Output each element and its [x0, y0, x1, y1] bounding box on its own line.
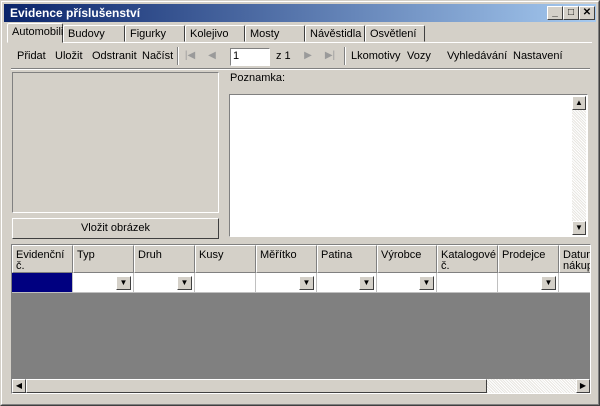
grid-cell[interactable]: [559, 273, 590, 293]
insert-image-button[interactable]: Vložit obrázek: [12, 218, 219, 239]
toolbar-separator: [177, 47, 179, 65]
close-icon[interactable]: ✕: [579, 6, 595, 20]
column-header[interactable]: Výrobce: [377, 245, 437, 273]
grid-cell[interactable]: ▼: [317, 273, 377, 293]
grid-cell[interactable]: ▼: [134, 273, 195, 293]
settings-button[interactable]: Nastavení: [513, 50, 563, 62]
scroll-thumb[interactable]: [26, 379, 487, 393]
grid-cell[interactable]: [12, 273, 73, 293]
main-window: Evidence příslušenství _ □ ✕ Automobili …: [0, 0, 600, 406]
tab-figurky[interactable]: Figurky: [125, 25, 185, 42]
locomotives-button[interactable]: Lkomotivy: [351, 50, 401, 62]
prev-record-icon[interactable]: ◀: [205, 48, 219, 64]
dropdown-arrow-icon[interactable]: ▼: [419, 276, 434, 290]
toolbar: Přidat Uložit Odstranit Načíst |◀ ◀ z 1 …: [11, 46, 591, 68]
column-header[interactable]: Evidenční č.: [12, 245, 73, 273]
last-record-icon[interactable]: ▶|: [323, 48, 337, 64]
page-number-input[interactable]: 1: [230, 48, 270, 66]
dropdown-arrow-icon[interactable]: ▼: [177, 276, 192, 290]
grid-cell[interactable]: ▼: [377, 273, 437, 293]
note-label: Poznamka:: [230, 72, 286, 84]
column-header[interactable]: Kusy: [195, 245, 256, 273]
search-button[interactable]: Vyhledávání: [447, 50, 507, 62]
first-record-icon[interactable]: |◀: [183, 48, 197, 64]
next-record-icon[interactable]: ▶: [301, 48, 315, 64]
column-header[interactable]: Katalogové č.: [437, 245, 498, 273]
tab-budovy[interactable]: Budovy: [63, 25, 125, 42]
tab-mosty[interactable]: Mosty: [245, 25, 305, 42]
note-scrollbar[interactable]: ▲ ▼: [572, 96, 586, 235]
grid-horizontal-scrollbar[interactable]: ◀ ▶: [12, 379, 590, 393]
wagons-button[interactable]: Vozy: [407, 50, 431, 62]
grid-cell[interactable]: ▼: [256, 273, 317, 293]
column-header[interactable]: Datum nákupu: [559, 245, 590, 273]
window-title: Evidence příslušenství: [10, 6, 141, 20]
remove-button[interactable]: Odstranit: [92, 50, 137, 62]
data-grid[interactable]: Evidenční č. Typ ▼ Druh ▼ Kusy Měřítko ▼ Patina ▼…: [11, 244, 591, 394]
column-header[interactable]: Prodejce: [498, 245, 559, 273]
scroll-down-icon[interactable]: ▼: [572, 221, 586, 235]
toolbar-separator: [344, 47, 346, 65]
note-textarea[interactable]: ▲ ▼: [229, 94, 588, 237]
tab-automobili[interactable]: Automobili: [7, 23, 63, 43]
grid-cell[interactable]: [195, 273, 256, 293]
toolbar-divider: [11, 68, 590, 70]
column-header[interactable]: Druh: [134, 245, 195, 273]
save-button[interactable]: Uložit: [55, 50, 83, 62]
load-button[interactable]: Načíst: [142, 50, 173, 62]
column-header[interactable]: Typ: [73, 245, 134, 273]
dropdown-arrow-icon[interactable]: ▼: [116, 276, 131, 290]
page-of-label: z 1: [276, 50, 291, 62]
title-bar[interactable]: Evidence příslušenství _ □ ✕: [4, 4, 596, 22]
scroll-left-icon[interactable]: ◀: [12, 379, 26, 393]
tab-osvetleni[interactable]: Osvětlení: [365, 25, 425, 42]
scroll-up-icon[interactable]: ▲: [572, 96, 586, 110]
tab-kolejivo[interactable]: Kolejivo: [185, 25, 245, 42]
dropdown-arrow-icon[interactable]: ▼: [359, 276, 374, 290]
dropdown-arrow-icon[interactable]: ▼: [541, 276, 556, 290]
column-header[interactable]: Patina: [317, 245, 377, 273]
scroll-right-icon[interactable]: ▶: [576, 379, 590, 393]
grid-cell[interactable]: ▼: [73, 273, 134, 293]
dropdown-arrow-icon[interactable]: ▼: [299, 276, 314, 290]
grid-cell[interactable]: [437, 273, 498, 293]
minimize-icon[interactable]: _: [547, 6, 563, 20]
grid-cell[interactable]: ▼: [498, 273, 559, 293]
column-header[interactable]: Měřítko: [256, 245, 317, 273]
image-preview: [12, 72, 219, 213]
add-button[interactable]: Přidat: [17, 50, 46, 62]
maximize-icon[interactable]: □: [563, 6, 579, 20]
tab-navestidla[interactable]: Návěstidla: [305, 25, 365, 42]
